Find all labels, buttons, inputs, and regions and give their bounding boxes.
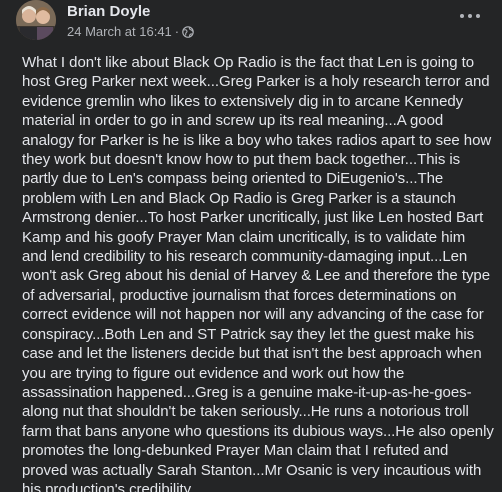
globe-icon[interactable]	[182, 25, 194, 38]
post-text: What I don't like about Black Op Radio i…	[22, 54, 494, 492]
post-timestamp[interactable]: 24 March at 16:41	[67, 24, 172, 39]
author-name[interactable]: Brian Doyle	[67, 3, 150, 20]
facebook-post: Brian Doyle 24 March at 16:41 · What I d…	[0, 0, 502, 492]
avatar[interactable]	[16, 0, 56, 40]
meta-separator: ·	[174, 24, 180, 39]
more-options-button[interactable]	[452, 4, 488, 28]
avatar-photo	[16, 0, 56, 40]
post-meta: 24 March at 16:41 ·	[67, 24, 194, 39]
more-horizontal-icon	[460, 14, 464, 18]
post-header: Brian Doyle 24 March at 16:41 ·	[0, 0, 502, 50]
